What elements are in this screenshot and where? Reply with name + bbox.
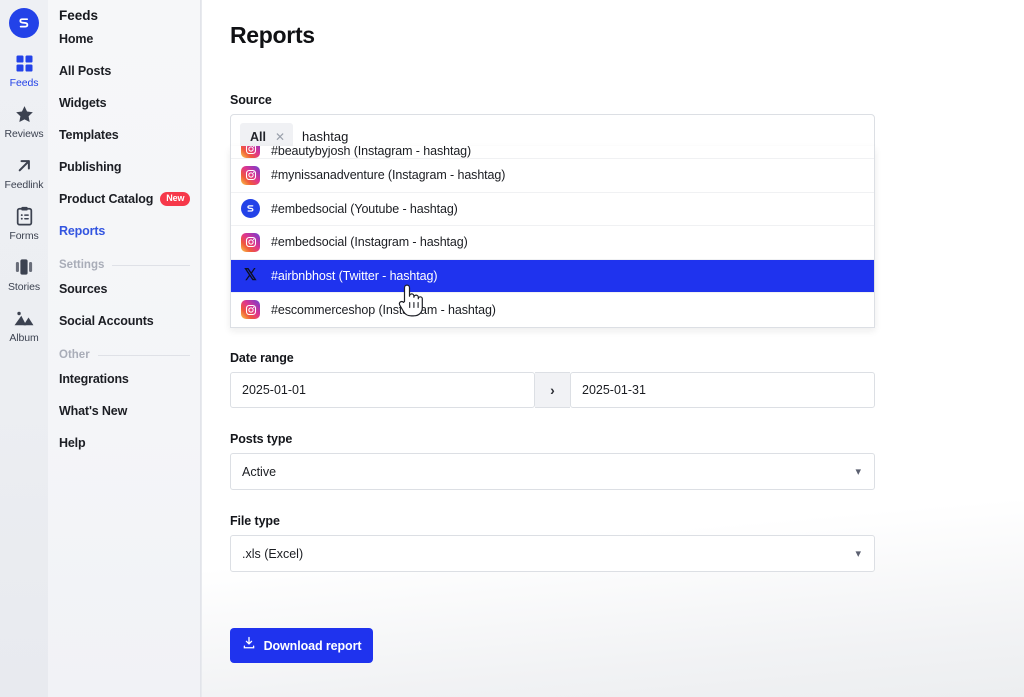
list-item-selected[interactable]: 𝕏 #airbnbhost (Twitter - hashtag) [231, 260, 874, 294]
posts-type-label: Posts type [230, 432, 1024, 446]
date-end-input[interactable]: 2025-01-31 [570, 372, 875, 408]
rail-item-stories[interactable]: Stories [0, 256, 48, 293]
sidebar-item-label: All Posts [59, 64, 111, 78]
list-item[interactable]: #mynissanadventure (Instagram - hashtag) [231, 159, 874, 193]
posts-type-select[interactable]: Active ▾ [230, 453, 875, 490]
sidebar-item-home[interactable]: Home [57, 23, 200, 55]
rail-item-reviews[interactable]: Reviews [0, 103, 48, 140]
sidebar-item-label: Reports [59, 224, 105, 238]
sidebar-item-label: Publishing [59, 160, 121, 174]
star-icon [14, 103, 35, 125]
instagram-icon [241, 146, 260, 158]
status-badge: New [160, 192, 190, 206]
rail-item-feedlink[interactable]: Feedlink [0, 154, 48, 191]
list-item[interactable]: #beautybyjosh (Instagram - hashtag) [231, 146, 874, 159]
sidebar-group-label: Other [59, 349, 90, 361]
stories-icon [13, 256, 35, 278]
page-title: Reports [230, 22, 1024, 49]
sidebar-item-reports[interactable]: Reports [57, 215, 200, 247]
list-item[interactable]: #escommerceshop (Instagram - hashtag) [231, 293, 874, 327]
sidebar-item-publishing[interactable]: Publishing [57, 151, 200, 183]
download-report-label: Download report [264, 639, 362, 653]
list-item-label: #escommerceshop (Instagram - hashtag) [271, 303, 496, 317]
sidebar-item-help[interactable]: Help [57, 427, 200, 459]
download-icon [242, 636, 256, 655]
close-icon[interactable]: ✕ [275, 131, 285, 143]
sidebar-item-label: Product Catalog [59, 192, 153, 206]
date-range-label: Date range [230, 351, 1024, 365]
rail-item-feeds[interactable]: Feeds [0, 52, 48, 89]
sidebar-item-label: What's New [59, 404, 127, 418]
sidebar-item-social-accounts[interactable]: Social Accounts [57, 305, 200, 337]
rail-label: Album [9, 332, 38, 344]
rail-label: Forms [9, 230, 38, 242]
list-item-label: #mynissanadventure (Instagram - hashtag) [271, 168, 505, 182]
sidebar-group-settings: Settings [59, 259, 190, 271]
rail-label: Stories [8, 281, 40, 293]
sidebar-item-label: Widgets [59, 96, 106, 110]
divider [98, 355, 190, 356]
rail-label: Feeds [10, 77, 39, 89]
sidebar-item-sources[interactable]: Sources [57, 273, 200, 305]
instagram-icon [241, 233, 260, 252]
chevron-down-icon: ▾ [855, 547, 861, 560]
sidebar-item-templates[interactable]: Templates [57, 119, 200, 151]
sidebar-item-label: Social Accounts [59, 314, 154, 328]
sidebar-item-widgets[interactable]: Widgets [57, 87, 200, 119]
sidebar-item-product-catalog[interactable]: Product Catalog New [57, 183, 200, 215]
sidebar-item-integrations[interactable]: Integrations [57, 363, 200, 395]
twitter-x-icon: 𝕏 [241, 266, 260, 285]
sidebar-item-label: Home [59, 32, 93, 46]
embedsocial-logo-icon[interactable] [9, 8, 39, 38]
sidebar-group-other: Other [59, 349, 190, 361]
chevron-right-icon[interactable]: › [535, 372, 570, 408]
image-icon [13, 307, 35, 329]
sidebar: Feeds Home All Posts Widgets Templates P… [48, 0, 201, 697]
date-range-row: 2025-01-01 › 2025-01-31 [230, 372, 875, 408]
instagram-icon [241, 166, 260, 185]
divider [112, 265, 190, 266]
instagram-icon [241, 300, 260, 319]
source-label: Source [230, 93, 1024, 107]
list-item-label: #beautybyjosh (Instagram - hashtag) [271, 146, 471, 158]
grid-icon [15, 52, 34, 74]
list-item-label: #embedsocial (Instagram - hashtag) [271, 235, 468, 249]
sidebar-item-label: Sources [59, 282, 107, 296]
source-dropdown-list[interactable]: #beautybyjosh (Instagram - hashtag) #myn… [230, 146, 875, 328]
rail-item-album[interactable]: Album [0, 307, 48, 344]
file-type-label: File type [230, 514, 1024, 528]
arrow-up-right-icon [14, 154, 35, 176]
posts-type-value: Active [242, 465, 276, 479]
list-item[interactable]: #embedsocial (Instagram - hashtag) [231, 226, 874, 260]
embedsocial-icon [241, 199, 260, 218]
list-item[interactable]: #embedsocial (Youtube - hashtag) [231, 193, 874, 227]
chevron-down-icon: ▾ [855, 465, 861, 478]
sidebar-item-label: Help [59, 436, 86, 450]
sidebar-item-label: Integrations [59, 372, 129, 386]
download-report-button[interactable]: Download report [230, 628, 373, 663]
sidebar-title: Feeds [57, 0, 200, 23]
date-start-input[interactable]: 2025-01-01 [230, 372, 535, 408]
app-root: Feeds Reviews Feedlink Forms Stories [0, 0, 1024, 697]
sidebar-item-label: Templates [59, 128, 119, 142]
chip-label: All [250, 130, 266, 144]
rail-label: Reviews [5, 128, 44, 140]
file-type-select[interactable]: .xls (Excel) ▾ [230, 535, 875, 572]
main-content: Reports Source All ✕ #beautybyjosh (Inst… [201, 0, 1024, 697]
clipboard-icon [15, 205, 34, 227]
list-item-label: #embedsocial (Youtube - hashtag) [271, 202, 458, 216]
rail-item-forms[interactable]: Forms [0, 205, 48, 242]
source-search-input[interactable] [302, 129, 865, 144]
rail-label: Feedlink [5, 179, 44, 191]
sidebar-item-whats-new[interactable]: What's New [57, 395, 200, 427]
icon-rail: Feeds Reviews Feedlink Forms Stories [0, 0, 48, 697]
list-item-label: #airbnbhost (Twitter - hashtag) [271, 269, 437, 283]
file-type-value: .xls (Excel) [242, 547, 303, 561]
sidebar-item-all-posts[interactable]: All Posts [57, 55, 200, 87]
sidebar-group-label: Settings [59, 259, 104, 271]
